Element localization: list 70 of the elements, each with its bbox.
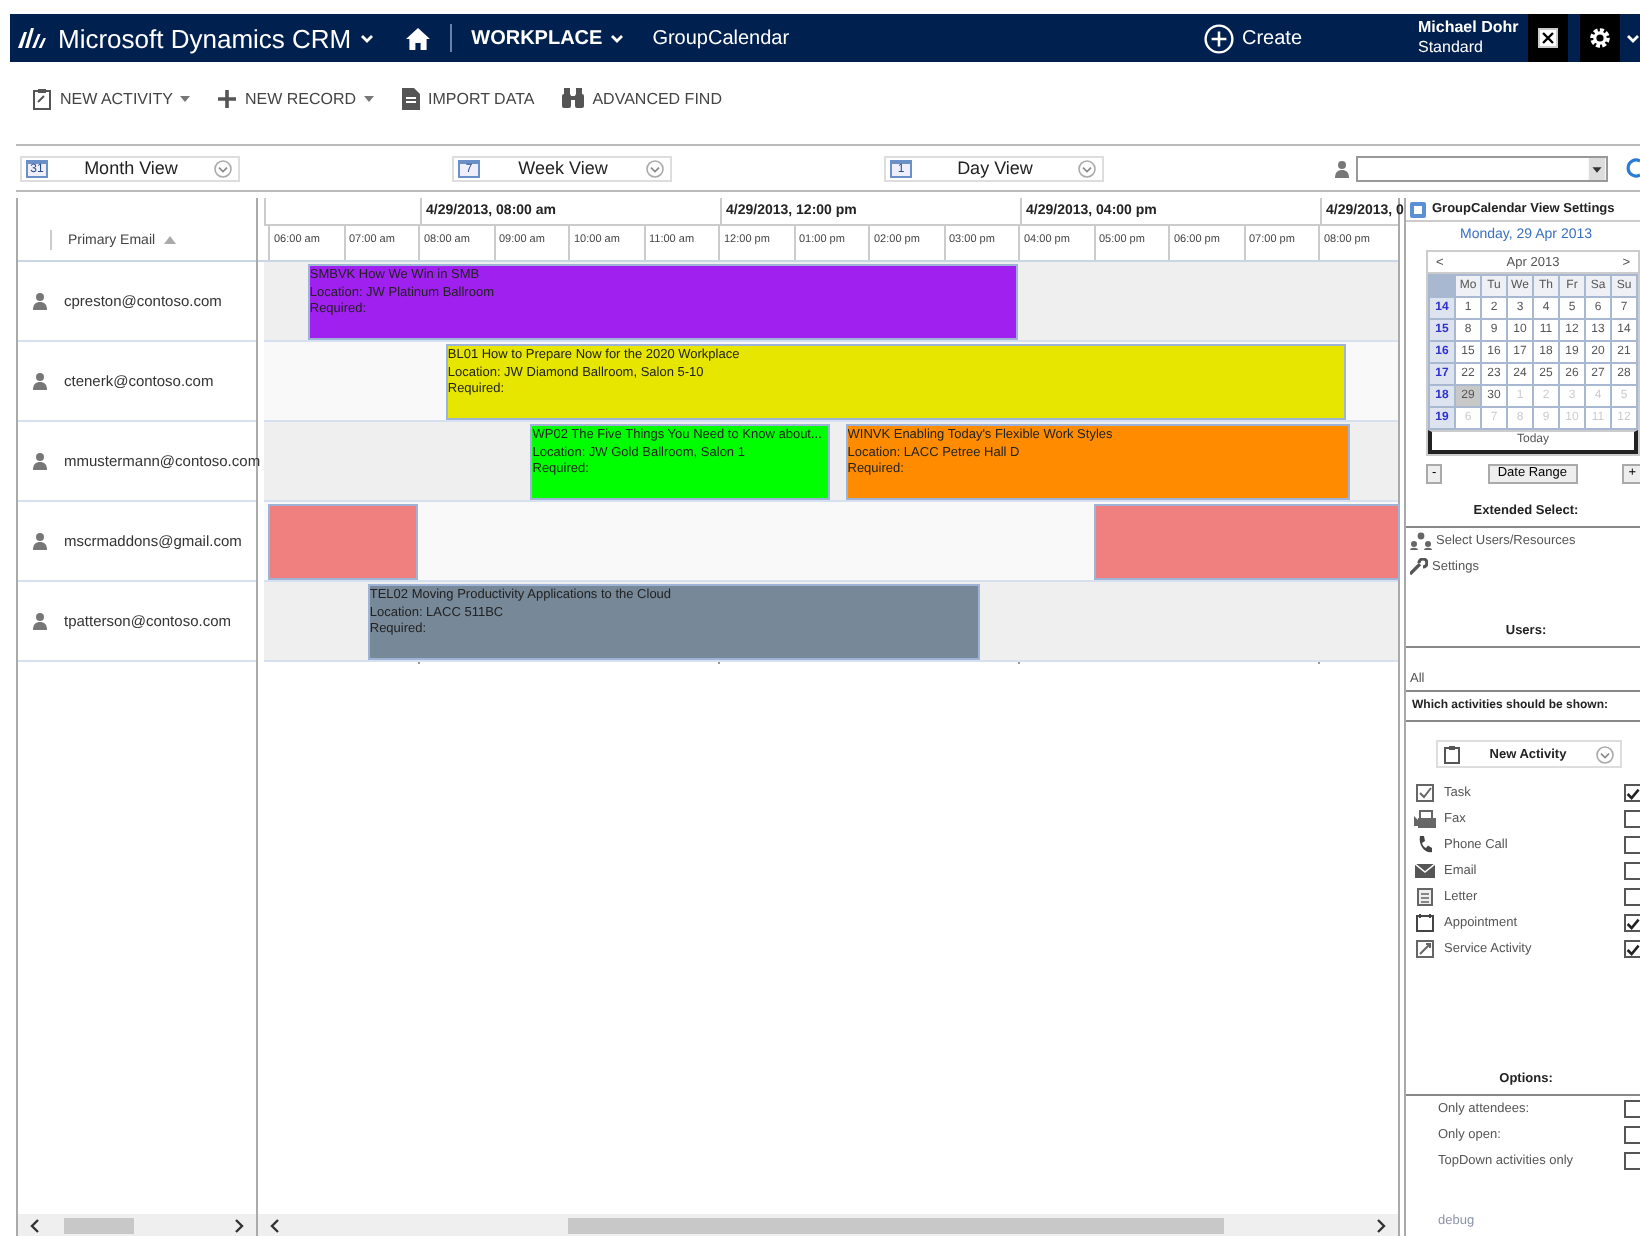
close-box-icon: [1538, 28, 1558, 48]
dropdown-icon[interactable]: [1078, 159, 1096, 177]
person-icon: [32, 452, 48, 470]
horizontal-scrollbar[interactable]: [258, 1214, 1398, 1236]
dropdown-icon[interactable]: [214, 159, 232, 177]
checkbox[interactable]: [1624, 1126, 1640, 1144]
horizontal-scrollbar[interactable]: [18, 1214, 256, 1236]
person-icon: [1334, 159, 1350, 177]
sort-ascending-icon: [163, 236, 176, 244]
calendar-icon: [1414, 914, 1436, 932]
person-icon: [32, 612, 48, 630]
wrench-icon: [1410, 558, 1428, 576]
person-icon: [32, 372, 48, 390]
user-select-field[interactable]: [1356, 155, 1608, 181]
chevron-down-icon: [610, 33, 625, 43]
command-button[interactable]: ADVANCED FIND: [562, 86, 722, 110]
fax-icon: [1414, 810, 1436, 828]
user-name[interactable]: Michael Dohr: [1418, 18, 1522, 38]
command-button[interactable]: NEW RECORD: [218, 86, 375, 110]
clipboard-icon: [1444, 745, 1460, 763]
home-icon[interactable]: [405, 27, 430, 49]
plus-icon: [218, 89, 237, 107]
chevron-down-icon: [1626, 33, 1640, 43]
checkmark-icon: [1622, 787, 1640, 799]
letter-icon: [1414, 888, 1436, 906]
checkbox[interactable]: [1624, 888, 1640, 906]
scroll-right-icon: [1376, 1217, 1386, 1233]
user-role: Standard: [1418, 38, 1485, 58]
chevron-down-icon: [359, 33, 374, 43]
scroll-left-icon: [270, 1217, 280, 1233]
phone-icon: [1414, 836, 1436, 854]
scroll-right-icon: [234, 1217, 244, 1233]
dropdown-icon[interactable]: [1596, 745, 1614, 763]
app-title[interactable]: Microsoft Dynamics CRM: [58, 23, 352, 53]
checkbox[interactable]: [1624, 914, 1640, 932]
settings-button[interactable]: [1580, 14, 1620, 62]
people-icon: [1410, 532, 1432, 550]
checkbox[interactable]: [1624, 1100, 1640, 1118]
view-label: Month View: [82, 158, 180, 178]
checkbox[interactable]: [1624, 940, 1640, 958]
view-label: Day View: [955, 158, 1035, 178]
settings-icon: [1588, 26, 1612, 50]
binoculars-icon: [562, 88, 585, 108]
person-icon: [32, 292, 48, 310]
checkbox[interactable]: [1624, 862, 1640, 880]
task-icon: [1414, 784, 1436, 802]
scroll-thumb[interactable]: [64, 1217, 134, 1233]
checkbox[interactable]: [1624, 1152, 1640, 1170]
command-button[interactable]: NEW ACTIVITY: [32, 86, 191, 110]
area-menu[interactable]: WORKPLACE: [471, 27, 603, 49]
clipboard-icon: [32, 87, 52, 109]
calendar-icon: [1410, 201, 1426, 217]
refresh-icon: [1626, 158, 1640, 178]
service-icon: [1414, 940, 1436, 958]
breadcrumb-link[interactable]: GroupCalendar: [652, 27, 790, 49]
create-button[interactable]: Create: [1241, 27, 1302, 49]
document-icon: [402, 87, 421, 109]
command-button[interactable]: IMPORT DATA: [402, 86, 535, 110]
scroll-thumb[interactable]: [568, 1217, 1224, 1233]
checkbox[interactable]: [1624, 810, 1640, 828]
view-label: Week View: [516, 158, 610, 178]
scroll-left-icon: [30, 1217, 40, 1233]
checkbox[interactable]: [1624, 836, 1640, 854]
dropdown-icon[interactable]: [646, 159, 664, 177]
envelope-icon: [1414, 864, 1436, 878]
notification-button[interactable]: [1528, 14, 1568, 62]
checkbox[interactable]: [1624, 784, 1640, 802]
person-icon: [32, 532, 48, 550]
logo-icon: [18, 28, 46, 48]
plus-circle-icon: [1203, 23, 1234, 53]
